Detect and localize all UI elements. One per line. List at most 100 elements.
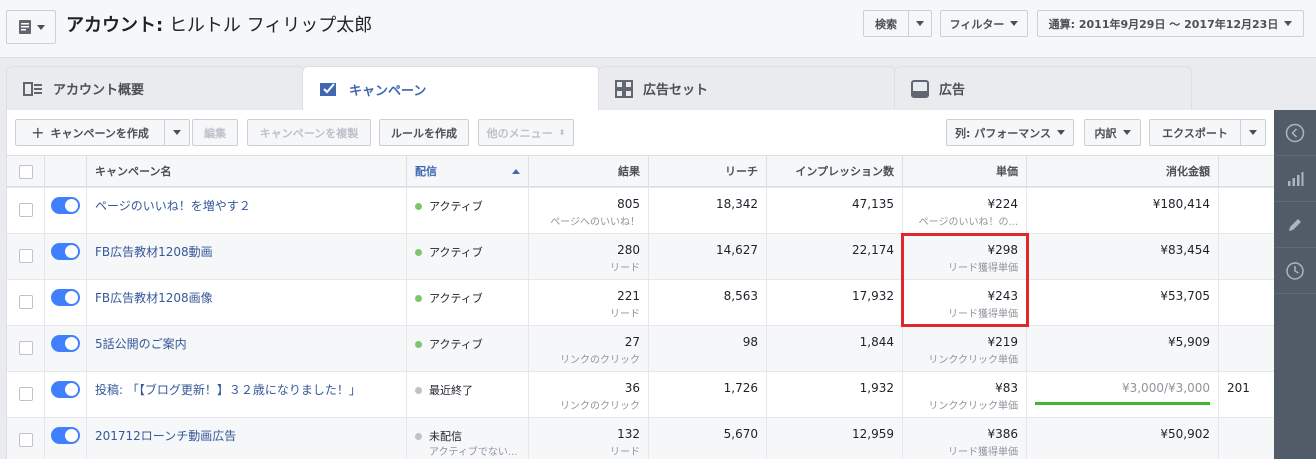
row-checkbox-cell <box>7 372 45 417</box>
pencil-icon <box>1289 218 1301 231</box>
delivery-status: 未配信 <box>415 428 462 444</box>
chevron-down-icon <box>1122 130 1131 135</box>
campaign-toggle[interactable] <box>51 427 80 444</box>
table-row[interactable]: FB広告教材1208画像 アクティブ 221 リード 8,563 17,932 ¥243 リー… <box>7 279 1275 325</box>
search-label: 検索 <box>875 17 897 31</box>
account-menu-button[interactable] <box>6 10 56 44</box>
spent-cell: ¥3,000/¥3,000 <box>1027 372 1219 417</box>
header-campaign-name[interactable]: キャンペーン名 <box>87 156 407 186</box>
campaign-toggle[interactable] <box>51 243 80 260</box>
campaign-toggle[interactable] <box>51 335 80 352</box>
reach-value: 8,563 <box>723 289 758 303</box>
collapse-button[interactable] <box>1274 110 1316 156</box>
campaign-toggle[interactable] <box>51 381 80 398</box>
budget-progress-fill <box>1035 402 1210 405</box>
row-checkbox-cell <box>7 234 45 279</box>
campaign-toggle[interactable] <box>51 289 80 306</box>
reach-value: 5,670 <box>723 427 758 441</box>
impressions-cell: 17,932 <box>767 280 903 325</box>
search-dropdown-button[interactable] <box>908 10 932 37</box>
row-toggle-cell <box>45 372 87 417</box>
row-checkbox[interactable] <box>19 249 33 263</box>
campaign-name-link[interactable]: 投稿: 「【ブログ更新！】３２歳になりました！」 <box>95 381 361 398</box>
table-row[interactable]: 201712ローンチ動画広告 未配信 アクティブでない... 132 リード 5,670 1… <box>7 417 1275 459</box>
header-results[interactable]: 結果 <box>529 156 649 186</box>
account-label: アカウント: <box>66 15 164 36</box>
header-label: キャンペーン名 <box>95 165 172 178</box>
create-dropdown-button[interactable] <box>164 119 190 146</box>
export-button[interactable]: エクスポート <box>1149 119 1241 146</box>
impressions-value: 22,174 <box>852 243 894 257</box>
results-type: ページへのいいね！ <box>550 217 640 228</box>
other-menu-button[interactable]: 他のメニュー ⬍ <box>478 119 574 146</box>
header-reach[interactable]: リーチ <box>649 156 767 186</box>
campaign-toggle[interactable] <box>51 197 80 214</box>
breakdown-button[interactable]: 内訳 <box>1084 119 1141 146</box>
search-button[interactable]: 検索 <box>863 10 909 37</box>
header-spent[interactable]: 消化金額 <box>1027 156 1219 186</box>
campaign-name-link[interactable]: 201712ローンチ動画広告 <box>95 427 236 444</box>
tab-label: 広告 <box>939 83 966 98</box>
create-rule-button[interactable]: ルールを作成 <box>379 119 469 146</box>
results-cell: 132 リード <box>529 418 649 459</box>
edit-panel-button[interactable] <box>1274 202 1316 248</box>
header-delivery[interactable]: 配信 <box>407 156 529 186</box>
duplicate-campaign-button[interactable]: キャンペーンを複製 <box>247 119 371 146</box>
row-checkbox[interactable] <box>19 203 33 217</box>
reach-value: 1,726 <box>723 381 758 395</box>
delivery-cell: アクティブ <box>407 326 529 371</box>
impressions-cell: 22,174 <box>767 234 903 279</box>
row-checkbox-cell <box>7 418 45 459</box>
campaign-name-cell: ページのいいね！を増やす２ <box>87 188 407 233</box>
header-cost[interactable]: 単価 <box>903 156 1027 186</box>
campaign-name-link[interactable]: 5話公開のご案内 <box>95 335 187 352</box>
date-range-button[interactable]: 通算: 2011年9月29日 ～ 2017年12月23日 <box>1037 10 1304 37</box>
row-checkbox[interactable] <box>19 295 33 309</box>
cost-value: ¥83 <box>995 381 1018 395</box>
tab-campaign[interactable]: キャンペーン <box>302 66 600 111</box>
header-impressions[interactable]: インプレッション数 <box>767 156 903 186</box>
tab-account-overview[interactable]: アカウント概要 <box>6 66 304 110</box>
row-checkbox-cell <box>7 188 45 233</box>
table-row[interactable]: 5話公開のご案内 アクティブ 27 リンクのクリック 98 1,844 ¥219 リンククリッ… <box>7 325 1275 371</box>
status-dot <box>415 432 422 440</box>
campaign-name-cell: FB広告教材1208画像 <box>87 280 407 325</box>
cost-type: リンククリック単価 <box>928 401 1018 412</box>
tab-ad-sets[interactable]: 広告セット <box>598 66 896 110</box>
chevron-down-icon <box>36 24 45 30</box>
row-checkbox[interactable] <box>19 433 33 447</box>
columns-button[interactable]: 列: パフォーマンス <box>946 119 1074 146</box>
header-checkbox-cell <box>7 156 45 186</box>
row-checkbox[interactable] <box>19 387 33 401</box>
table-row[interactable]: 投稿: 「【ブログ更新！】３２歳になりました！」 最近終了 36 リンクのクリック 1,… <box>7 371 1275 417</box>
history-button[interactable] <box>1274 248 1316 294</box>
status-dot <box>415 386 422 394</box>
spent-cell: ¥83,454 <box>1027 234 1219 279</box>
account-overview-icon <box>23 81 42 96</box>
impressions-value: 47,135 <box>852 197 894 211</box>
cost-value: ¥224 <box>987 197 1018 211</box>
row-toggle-cell <box>45 188 87 233</box>
campaign-name-link[interactable]: ページのいいね！を増やす２ <box>95 197 251 214</box>
header-label: 結果 <box>618 165 640 178</box>
create-campaign-button[interactable]: + キャンペーンを作成 <box>15 119 165 146</box>
edit-button[interactable]: 編集 <box>192 119 238 146</box>
delivery-status: アクティブ <box>415 336 483 352</box>
delivery-cell: 未配信 アクティブでない... <box>407 418 529 459</box>
sort-ascending-icon <box>512 168 520 174</box>
campaign-name-link[interactable]: FB広告教材1208画像 <box>95 289 213 306</box>
table-row[interactable]: ページのいいね！を増やす２ アクティブ 805 ページへのいいね！ 18,342 47,1… <box>7 187 1275 233</box>
results-value: 805 <box>617 197 640 211</box>
charts-button[interactable] <box>1274 156 1316 202</box>
campaign-name-cell: FB広告教材1208動画 <box>87 234 407 279</box>
bar-chart-icon <box>1288 171 1304 186</box>
select-all-checkbox[interactable] <box>19 165 33 179</box>
extra-cell <box>1219 326 1275 371</box>
campaign-name-link[interactable]: FB広告教材1208動画 <box>95 243 213 260</box>
tab-ads[interactable]: 広告 <box>894 66 1192 110</box>
table-row[interactable]: FB広告教材1208動画 アクティブ 280 リード 14,627 22,174 ¥298 リ… <box>7 233 1275 279</box>
results-type: リード <box>610 447 640 458</box>
filter-button[interactable]: フィルター <box>940 10 1028 37</box>
row-checkbox[interactable] <box>19 341 33 355</box>
export-dropdown-button[interactable] <box>1240 119 1266 146</box>
